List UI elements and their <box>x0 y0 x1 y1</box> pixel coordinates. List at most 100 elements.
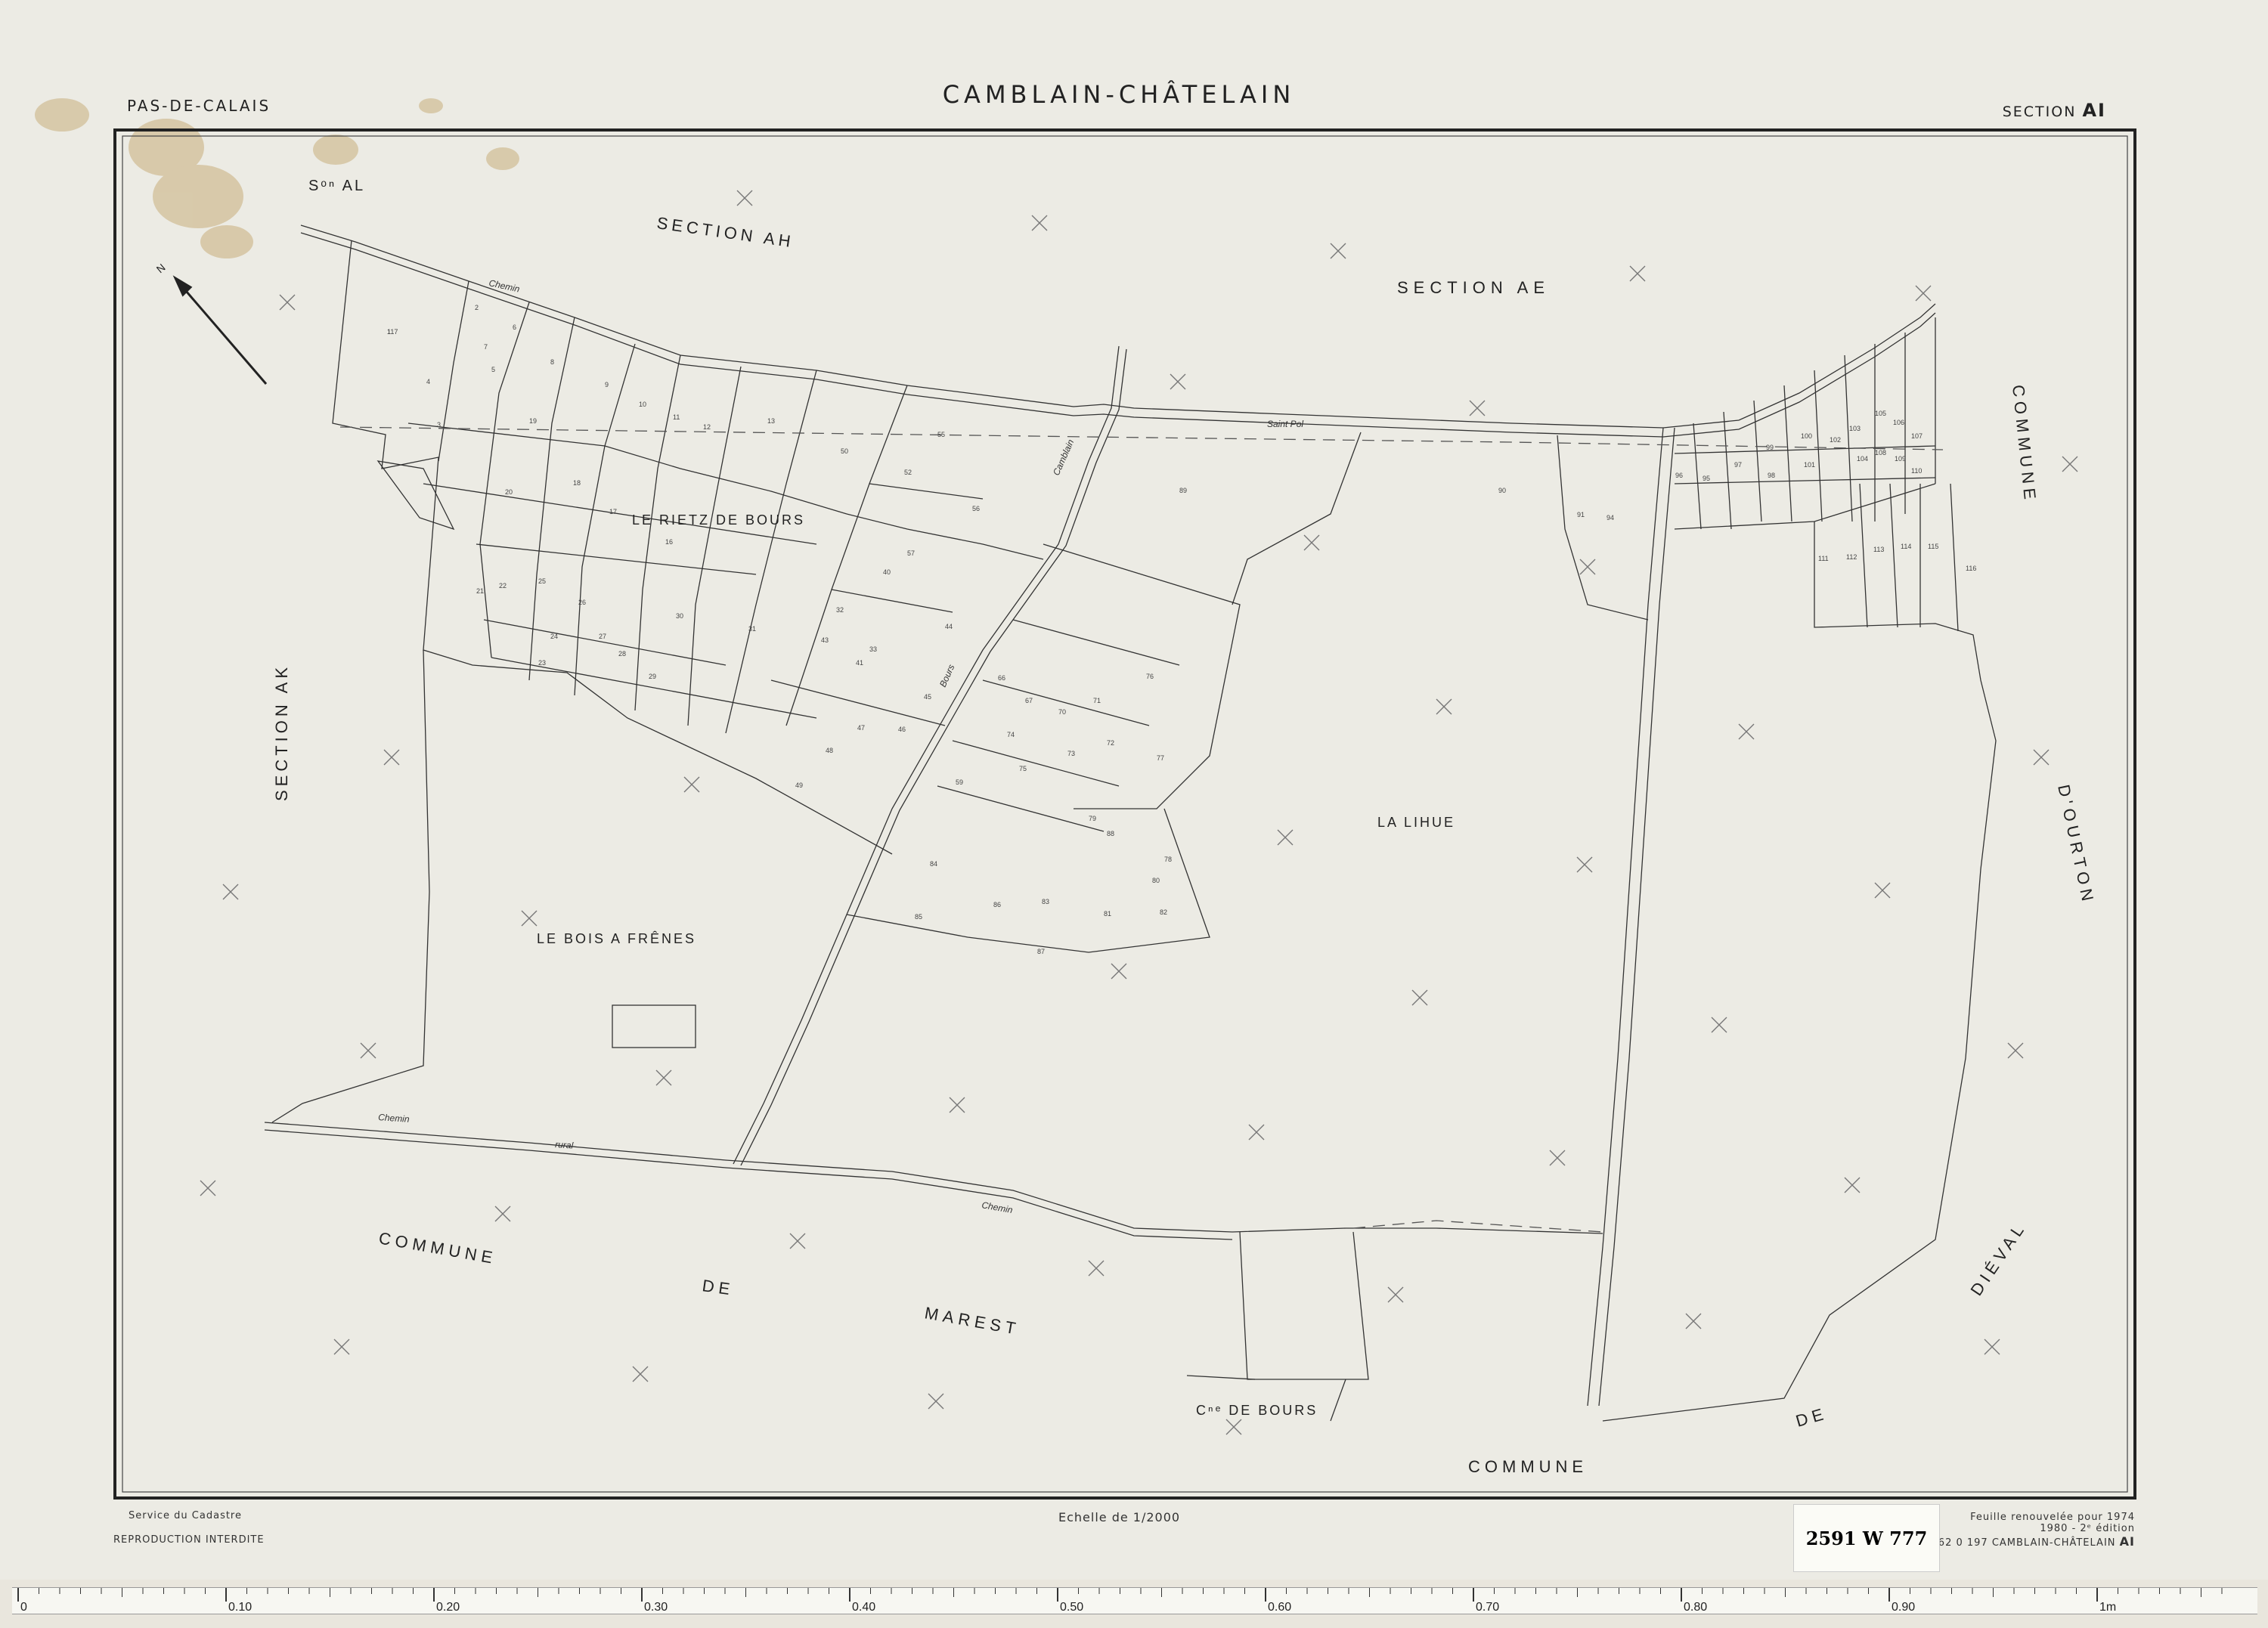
neighbour-labels: Sᵒⁿ AL SECTION AH SECTION AE SECTION AK … <box>154 178 2099 1476</box>
parcel-number: 11 <box>673 413 680 421</box>
parcel-number: 74 <box>1007 731 1015 738</box>
parcel-number: 86 <box>993 901 1001 908</box>
renewal-note: Feuille renouvelée pour 1974 1980 - 2ᵉ é… <box>1970 1512 2135 1534</box>
parcel-number: 26 <box>578 599 586 606</box>
parcel-number: 77 <box>1157 754 1164 762</box>
parcel-number: 22 <box>499 582 507 590</box>
parcel-number: 117 <box>387 328 398 336</box>
parcel-number: 67 <box>1025 697 1033 704</box>
parcel-number: 9 <box>605 381 609 388</box>
road-bours: Bours <box>937 663 957 689</box>
label-dieval-3: DIÉVAL <box>1966 1218 2030 1298</box>
label-section-al: Sᵒⁿ AL <box>308 178 365 194</box>
parcel-number: 55 <box>937 431 945 438</box>
parcel-number: 80 <box>1152 877 1160 884</box>
renewal-line-2: 1980 - 2ᵉ édition <box>2040 1523 2135 1534</box>
parcel-number: 84 <box>930 860 937 868</box>
parcel-number: 111 <box>1818 555 1829 562</box>
label-marest-3: MAREST <box>923 1303 1021 1339</box>
parcel-number: 41 <box>856 659 863 667</box>
parcel-number: 21 <box>476 587 484 595</box>
parcel-number: 3 <box>437 421 441 429</box>
parcel-number: 50 <box>841 447 848 455</box>
label-section-ah: SECTION AH <box>655 213 795 251</box>
label-ourton-1: COMMUNE <box>2009 384 2040 505</box>
parcel-number: 96 <box>1675 472 1683 479</box>
ruler-label: 0.40 <box>852 1601 875 1614</box>
cadastral-map: Sᵒⁿ AL SECTION AH SECTION AE SECTION AK … <box>35 98 2136 1500</box>
label-marest-2: DE <box>701 1276 736 1299</box>
ruler-label: 0.70 <box>1476 1601 1499 1614</box>
parcel-number: 108 <box>1875 449 1886 457</box>
road-chemin-bottom: Chemin <box>981 1199 1013 1215</box>
parcel-number: 23 <box>538 659 546 667</box>
parcel-number: 16 <box>665 538 673 546</box>
parcel-number: 101 <box>1804 461 1815 469</box>
parcel-number: 27 <box>599 633 606 640</box>
parcel-number: 25 <box>538 577 546 585</box>
parcel-number: 7 <box>484 343 488 351</box>
service-label: Service du Cadastre <box>129 1510 242 1521</box>
parcel-number: 48 <box>826 747 833 754</box>
road-camblain: Camblain <box>1051 438 1077 477</box>
road-saint-pol: Saint Pol <box>1267 419 1303 429</box>
parcel-number: 106 <box>1893 419 1904 426</box>
parcel-number: 112 <box>1846 553 1857 561</box>
measuring-ruler: 0 0.10 0.20 0.30 0.40 0.50 0.60 0.70 0.80 0.90 1m <box>12 1587 2257 1614</box>
parcel-number: 47 <box>857 724 865 732</box>
label-dieval-1: COMMUNE <box>1468 1457 1588 1476</box>
paper-stains <box>35 98 519 258</box>
label-dieval-2: DE <box>1793 1404 1830 1431</box>
parcel-number: 43 <box>821 636 829 644</box>
parcel-number: 115 <box>1928 543 1938 550</box>
parcel-number: 4 <box>426 378 430 385</box>
parcel-number: 103 <box>1849 425 1861 432</box>
scale-label: Echelle de 1/2000 <box>1058 1510 1181 1524</box>
ruler-label: 0.30 <box>644 1601 668 1614</box>
ruler-label: 0.90 <box>1892 1601 1915 1614</box>
parcel-number: 24 <box>550 633 558 640</box>
parcel-number: 83 <box>1042 898 1049 905</box>
parcel-number: 113 <box>1873 546 1884 553</box>
parcel-number: 78 <box>1164 856 1172 863</box>
parcel-number: 70 <box>1058 708 1066 716</box>
label-section-ae: SECTION AE <box>1397 278 1550 297</box>
parcel-number: 46 <box>898 726 906 733</box>
parcel-number: 116 <box>1966 565 1976 572</box>
ruler-ticks: 0 0.10 0.20 0.30 0.40 0.50 0.60 0.70 0.80 0.90 1m <box>17 1588 2223 1614</box>
parcel-number: 44 <box>945 623 953 630</box>
road-chemin-top: Chemin <box>488 277 521 294</box>
section-code: AI <box>2082 100 2106 121</box>
parcel-number: 88 <box>1107 830 1114 837</box>
parcel-number: 73 <box>1067 750 1075 757</box>
dashed-survey-lines <box>339 426 1944 1233</box>
parcel-number: 109 <box>1895 455 1906 463</box>
ruler-label: 0 <box>20 1601 27 1614</box>
parcel-number: 94 <box>1606 514 1614 522</box>
road-chemin-mid: Chemin <box>378 1112 411 1125</box>
parcel-number: 95 <box>1703 475 1710 482</box>
parcel-number: 71 <box>1093 697 1101 704</box>
parcel-number: 99 <box>1766 444 1774 451</box>
parcel-number: 75 <box>1019 765 1027 772</box>
label-marest-1: COMMUNE <box>377 1228 498 1267</box>
parcel-number: 30 <box>676 612 683 620</box>
renewal-line-1: Feuille renouvelée pour 1974 <box>1970 1512 2135 1523</box>
parcel-number: 91 <box>1577 511 1585 518</box>
parcel-number: 100 <box>1801 432 1812 440</box>
parcel-number: 33 <box>869 645 877 653</box>
parcel-number: 114 <box>1901 543 1911 550</box>
ruler-label: 0.50 <box>1060 1601 1083 1614</box>
sheet-code-section: AI <box>2119 1534 2135 1549</box>
parcel-number: 10 <box>639 401 646 408</box>
archive-stamp: 2591 W 777 <box>1793 1504 1940 1572</box>
locality-rietz: LE RIETZ DE BOURS <box>632 512 805 528</box>
parcel-number: 18 <box>573 479 581 487</box>
locality-lihue: LA LIHUE <box>1377 815 1455 830</box>
parcel-number: 45 <box>924 693 931 701</box>
parcel-number: 40 <box>883 568 891 576</box>
parcel-number: 20 <box>505 488 513 496</box>
parcel-number: 17 <box>609 508 617 515</box>
parcel-number: 76 <box>1146 673 1154 680</box>
commune-title: CAMBLAIN-CHÂTELAIN <box>942 80 1296 109</box>
